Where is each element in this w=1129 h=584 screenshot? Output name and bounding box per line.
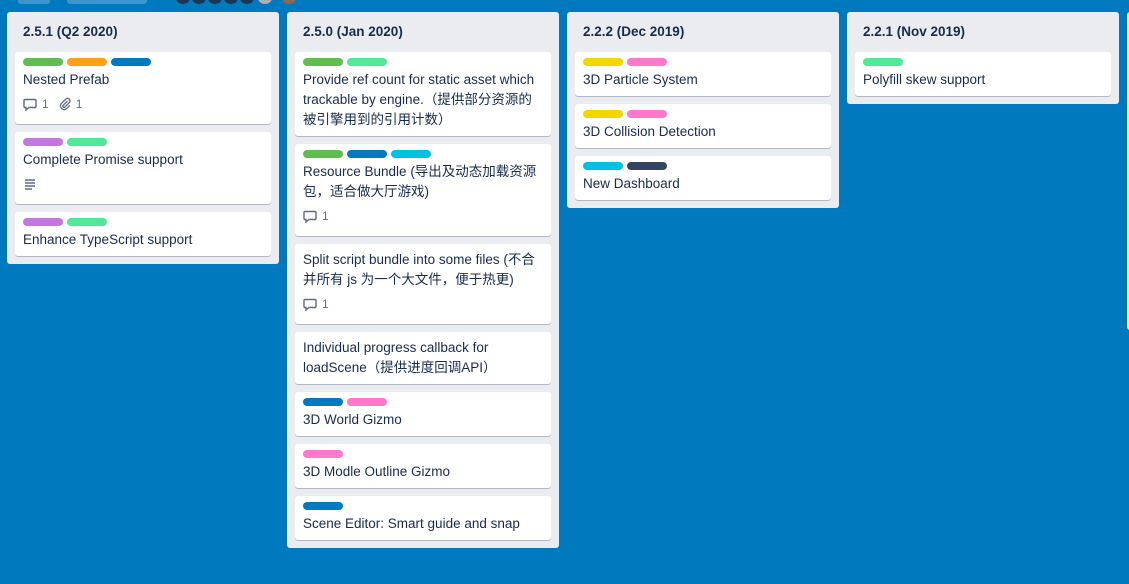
- list-2-2-1: 2.2.1 (Nov 2019) Polyfill skew support: [847, 12, 1119, 104]
- list-2-2-2: 2.2.2 (Dec 2019) 3D Particle System 3D C…: [567, 12, 839, 208]
- card-badges: 1: [303, 294, 543, 314]
- label-pink[interactable]: [303, 450, 343, 458]
- card-nested-prefab[interactable]: Nested Prefab 1 1: [15, 52, 271, 124]
- label-blue[interactable]: [303, 398, 343, 406]
- label-yellow[interactable]: [583, 110, 623, 118]
- card-title: Enhance TypeScript support: [23, 232, 193, 247]
- label-lime[interactable]: [67, 138, 107, 146]
- label-purple[interactable]: [23, 138, 63, 146]
- card-ref-count[interactable]: Provide ref count for static asset which…: [295, 52, 551, 136]
- card-title: 3D World Gizmo: [303, 412, 402, 427]
- comment-icon: [23, 98, 37, 111]
- card-polyfill-skew[interactable]: Polyfill skew support: [855, 52, 1111, 96]
- label-green[interactable]: [303, 58, 343, 66]
- header-board-button[interactable]: [67, 0, 147, 4]
- card-title: New Dashboard: [583, 176, 680, 191]
- label-purple[interactable]: [23, 218, 63, 226]
- card-complete-promise[interactable]: Complete Promise support: [15, 132, 271, 204]
- card-progress-callback[interactable]: Individual progress callback for loadSce…: [295, 332, 551, 384]
- card-new-dashboard[interactable]: New Dashboard: [575, 156, 831, 200]
- list-title[interactable]: 2.2.2 (Dec 2019): [575, 12, 831, 52]
- list-2-5-1: 2.5.1 (Q2 2020) Nested Prefab 1 1 Comple…: [7, 12, 279, 264]
- card-title: 3D Modle Outline Gizmo: [303, 464, 451, 479]
- card-resource-bundle[interactable]: Resource Bundle (导出及动态加载资源包，适合做大厅游戏) 1: [295, 144, 551, 236]
- card-labels: [23, 218, 263, 226]
- member-avatar[interactable]: [240, 0, 254, 4]
- card-labels: [583, 162, 823, 170]
- card-3d-world-gizmo[interactable]: 3D World Gizmo: [295, 392, 551, 436]
- card-badges: 1: [303, 206, 543, 226]
- attachments-count: 1: [75, 97, 83, 111]
- comments-count: 1: [42, 97, 49, 111]
- label-black[interactable]: [627, 162, 667, 170]
- card-labels: [863, 58, 1103, 66]
- card-badges: 1 1: [23, 94, 263, 114]
- label-sky[interactable]: [391, 150, 431, 158]
- label-yellow[interactable]: [583, 58, 623, 66]
- card-split-script[interactable]: Split script bundle into some files (不合并…: [295, 244, 551, 324]
- card-labels: [303, 502, 543, 510]
- list-title[interactable]: 2.5.0 (Jan 2020): [295, 12, 551, 52]
- comment-icon: [303, 298, 317, 311]
- card-title: Resource Bundle (导出及动态加载资源包，适合做大厅游戏): [303, 164, 537, 199]
- label-orange[interactable]: [67, 58, 107, 66]
- comments-count: 1: [322, 209, 329, 223]
- card-labels: [303, 398, 543, 406]
- description-icon: [25, 179, 35, 190]
- label-pink[interactable]: [347, 398, 387, 406]
- member-avatar[interactable]: [208, 0, 222, 4]
- card-title: Complete Promise support: [23, 152, 183, 167]
- label-blue[interactable]: [347, 150, 387, 158]
- card-enhance-typescript[interactable]: Enhance TypeScript support: [15, 212, 271, 256]
- label-pink[interactable]: [627, 110, 667, 118]
- card-3d-particle[interactable]: 3D Particle System: [575, 52, 831, 96]
- card-smart-guide[interactable]: Scene Editor: Smart guide and snap: [295, 496, 551, 540]
- member-avatar[interactable]: [258, 0, 272, 4]
- card-title: Provide ref count for static asset which…: [303, 72, 535, 127]
- card-labels: [23, 138, 263, 146]
- comments-count: 1: [322, 297, 329, 311]
- member-avatar[interactable]: [282, 0, 296, 4]
- member-avatar[interactable]: [224, 0, 238, 4]
- header-button[interactable]: [18, 0, 50, 4]
- label-lime[interactable]: [863, 58, 903, 66]
- attachments-badge: 1: [59, 97, 83, 111]
- member-avatar[interactable]: [176, 0, 190, 4]
- comment-icon: [303, 210, 317, 223]
- card-title: Split script bundle into some files (不合并…: [303, 252, 535, 287]
- card-labels: [303, 150, 543, 158]
- card-labels: [583, 58, 823, 66]
- card-labels: [583, 110, 823, 118]
- list-title[interactable]: 2.5.1 (Q2 2020): [15, 12, 271, 52]
- card-badges: [23, 174, 263, 194]
- card-title: Polyfill skew support: [863, 72, 986, 87]
- list-title[interactable]: 2.2.1 (Nov 2019): [855, 12, 1111, 52]
- comments-badge: 1: [303, 297, 329, 311]
- label-green[interactable]: [303, 150, 343, 158]
- card-labels: [23, 58, 263, 66]
- card-3d-collision[interactable]: 3D Collision Detection: [575, 104, 831, 148]
- label-lime[interactable]: [347, 58, 387, 66]
- member-avatar[interactable]: [192, 0, 206, 4]
- label-sky[interactable]: [583, 162, 623, 170]
- list-2-5-0: 2.5.0 (Jan 2020) Provide ref count for s…: [287, 12, 559, 548]
- label-blue[interactable]: [111, 58, 151, 66]
- card-title: Individual progress callback for loadSce…: [303, 340, 497, 375]
- card-labels: [303, 58, 543, 66]
- paperclip-icon: [59, 97, 71, 111]
- label-lime[interactable]: [67, 218, 107, 226]
- label-pink[interactable]: [627, 58, 667, 66]
- label-green[interactable]: [23, 58, 63, 66]
- card-labels: [303, 450, 543, 458]
- card-title: Scene Editor: Smart guide and snap: [303, 516, 520, 531]
- card-3d-outline-gizmo[interactable]: 3D Modle Outline Gizmo: [295, 444, 551, 488]
- comments-badge: 1: [303, 209, 329, 223]
- card-title: 3D Collision Detection: [583, 124, 716, 139]
- card-title: 3D Particle System: [583, 72, 698, 87]
- card-title: Nested Prefab: [23, 72, 110, 87]
- label-blue[interactable]: [303, 502, 343, 510]
- comments-badge: 1: [23, 97, 49, 111]
